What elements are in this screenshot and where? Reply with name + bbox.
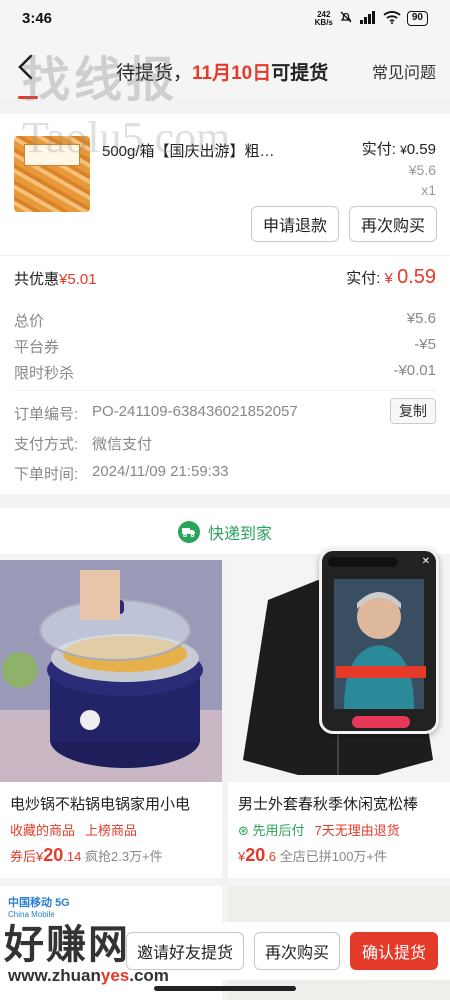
faq-link[interactable]: 常见问题 — [372, 59, 436, 83]
recommend-tags: 收藏的商品 上榜商品 — [10, 823, 138, 838]
product-original-price: ¥5.6 — [408, 162, 436, 178]
home-indicator[interactable] — [154, 986, 296, 991]
breakdown-row: 限时秒杀 -¥0.01 — [14, 362, 436, 382]
live-caption-bar — [336, 666, 426, 678]
discount-paid: 实付: ¥ 0.59 — [346, 266, 436, 288]
floating-live-video[interactable]: ✕ — [319, 548, 439, 734]
recommend-price: ¥20.6 全店已拼100万+件 — [238, 845, 388, 865]
invite-friend-button[interactable]: 邀请好友提货 — [126, 932, 244, 970]
status-icons: 242 KB/s 90 — [315, 10, 428, 27]
discount-row: 共优惠¥5.01 实付: ¥ 0.59 — [0, 256, 450, 302]
live-action-pill[interactable] — [352, 716, 410, 728]
order-number-row: 订单编号: PO-241109-638436021852057 — [14, 403, 298, 423]
discount-label: 共优惠¥5.01 — [14, 271, 97, 288]
wifi-icon — [383, 10, 401, 27]
close-icon[interactable]: ✕ — [422, 556, 430, 567]
confirm-pickup-button[interactable]: 确认提货 — [350, 932, 438, 970]
mute-icon — [339, 10, 353, 27]
recommend-title[interactable]: 男士外套春秋季休闲宽松棒 — [238, 793, 443, 814]
status-bar: 3:46 242 KB/s 90 — [0, 0, 450, 38]
network-speed: 242 KB/s — [314, 9, 333, 27]
copy-button[interactable]: 复制 — [390, 398, 436, 424]
rebuy-button[interactable]: 再次购买 — [254, 932, 340, 970]
breakdown-row: 平台券 -¥5 — [14, 336, 436, 356]
watermark-top: 找线报 — [22, 52, 179, 108]
shield-check-icon: ⊛ 先用后付 — [238, 823, 305, 838]
express-label: 快递到家 — [207, 526, 272, 543]
order-time-row: 下单时间: 2024/11/09 21:59:33 — [14, 463, 229, 483]
watermark-mid: Taolu5.com — [22, 113, 231, 162]
recommend-card[interactable]: 电炒锅不粘锅电锅家用小电 收藏的商品 上榜商品 券后¥20.14 疯抢2.3万+件 — [0, 560, 222, 878]
recommend-price: 券后¥20.14 疯抢2.3万+件 — [10, 845, 163, 865]
live-room-bar — [328, 557, 398, 567]
product-paid: 实付: ¥0.59 — [361, 141, 436, 158]
refund-button[interactable]: 申请退款 — [251, 206, 339, 242]
battery-icon: 90 — [406, 11, 428, 26]
watermark-bottom: 好赚网 — [4, 923, 130, 967]
order-number: PO-241109-638436021852057 — [92, 403, 298, 420]
live-host-image — [334, 579, 424, 709]
truck-icon — [177, 521, 200, 543]
recommend-tags: ⊛ 先用后付 7天无理由退货 — [238, 820, 400, 839]
payment-row: 支付方式: 微信支付 — [14, 436, 153, 453]
recommend-image[interactable] — [0, 560, 222, 782]
rebuy-button-card[interactable]: 再次购买 — [349, 206, 437, 242]
product-quantity: x1 — [421, 182, 436, 198]
divider — [14, 390, 436, 391]
recommend-title[interactable]: 电炒锅不粘锅电锅家用小电 — [10, 793, 215, 814]
status-time: 3:46 — [22, 10, 53, 27]
signal-icon — [359, 10, 377, 27]
breakdown-row: 总价 ¥5.6 — [14, 310, 436, 330]
watermark-bottom-url: www.zhuanyes.com — [8, 966, 169, 985]
